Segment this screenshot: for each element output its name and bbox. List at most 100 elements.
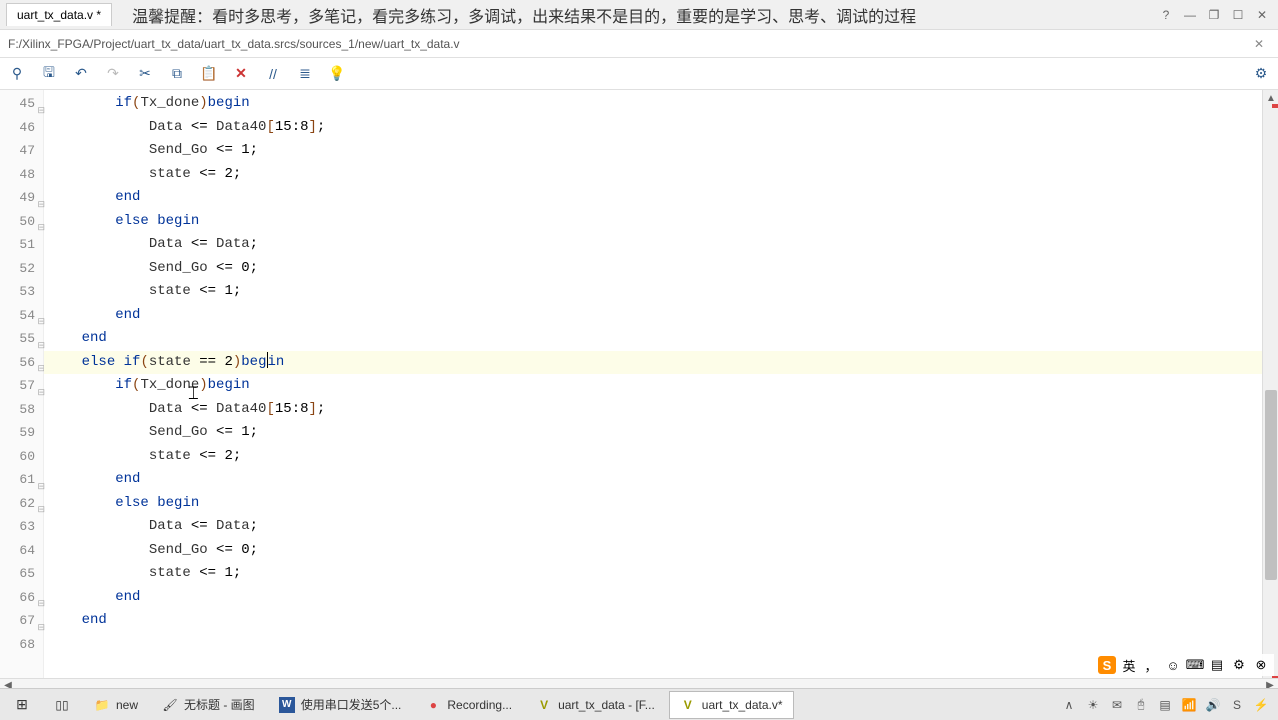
- app-icon: 📁: [94, 697, 110, 713]
- gear-icon[interactable]: ⚙: [1250, 63, 1272, 85]
- comment-icon[interactable]: //: [262, 63, 284, 85]
- vertical-scrollbar[interactable]: ▲ ▼: [1262, 90, 1278, 700]
- taskbar-item[interactable]: Vuart_tx_data.v*: [669, 691, 794, 719]
- restore-icon[interactable]: ❐: [1204, 6, 1224, 24]
- ime-tray-item[interactable]: S: [1098, 656, 1116, 674]
- save-icon[interactable]: 🖫: [38, 63, 60, 85]
- line-number: 52: [0, 257, 43, 281]
- code-line[interactable]: if(Tx_done)begin: [44, 92, 1278, 116]
- systray-icon[interactable]: ∧: [1060, 696, 1078, 714]
- titlebar: uart_tx_data.v * 温馨提醒：看时多思考，多笔记，看完多练习，多调…: [0, 0, 1278, 30]
- line-number: 49⊟: [0, 186, 43, 210]
- line-number: 58: [0, 398, 43, 422]
- app-icon: 🖌: [162, 697, 178, 713]
- indent-icon[interactable]: ≣: [294, 63, 316, 85]
- delete-icon[interactable]: ✕: [230, 63, 252, 85]
- app-icon: ▯▯: [54, 697, 70, 713]
- line-number: 51: [0, 233, 43, 257]
- code-line[interactable]: Data <= Data40[15:8];: [44, 398, 1278, 422]
- taskbar-label: Recording...: [447, 698, 512, 712]
- code-line[interactable]: Data <= Data;: [44, 515, 1278, 539]
- code-line[interactable]: Send_Go <= 0;: [44, 257, 1278, 281]
- code-area[interactable]: if(Tx_done)begin Data <= Data40[15:8]; S…: [44, 90, 1278, 700]
- line-number: 57⊟: [0, 374, 43, 398]
- systray-icon[interactable]: ⚡: [1252, 696, 1270, 714]
- systray-icon[interactable]: 📶: [1180, 696, 1198, 714]
- systray-icon[interactable]: S: [1228, 696, 1246, 714]
- systray-icon[interactable]: ☀: [1084, 696, 1102, 714]
- line-number: 53: [0, 280, 43, 304]
- code-line[interactable]: Data <= Data40[15:8];: [44, 116, 1278, 140]
- copy-icon[interactable]: ⧉: [166, 63, 188, 85]
- systray-icon[interactable]: 🔊: [1204, 696, 1222, 714]
- bulb-icon[interactable]: 💡: [326, 63, 348, 85]
- line-number: 63: [0, 515, 43, 539]
- code-line[interactable]: end: [44, 186, 1278, 210]
- line-number: 64: [0, 539, 43, 563]
- minimize-icon[interactable]: —: [1180, 6, 1200, 24]
- taskbar-label: uart_tx_data.v*: [702, 698, 783, 712]
- redo-icon[interactable]: ↷: [102, 63, 124, 85]
- code-line[interactable]: state <= 2;: [44, 445, 1278, 469]
- search-icon[interactable]: ⚲: [6, 63, 28, 85]
- ime-tray: S英，☺⌨▤⚙⊗: [1094, 654, 1274, 676]
- app-icon: V: [536, 697, 552, 713]
- taskbar-item[interactable]: ●Recording...: [415, 691, 522, 719]
- code-line[interactable]: state <= 2;: [44, 163, 1278, 187]
- system-tray: ∧ ☀ ✉ 🖰 ▤ 📶 🔊 S ⚡: [1060, 696, 1278, 714]
- ime-tray-item[interactable]: ⊗: [1252, 656, 1270, 674]
- cut-icon[interactable]: ✂: [134, 63, 156, 85]
- code-line[interactable]: Send_Go <= 0;: [44, 539, 1278, 563]
- undo-icon[interactable]: ↶: [70, 63, 92, 85]
- paste-icon[interactable]: 📋: [198, 63, 220, 85]
- taskbar-label: new: [116, 698, 138, 712]
- file-path: F:/Xilinx_FPGA/Project/uart_tx_data/uart…: [8, 37, 460, 51]
- code-line[interactable]: state <= 1;: [44, 280, 1278, 304]
- ime-tray-item[interactable]: ，: [1142, 656, 1160, 674]
- taskbar-item[interactable]: 📁 new: [84, 691, 148, 719]
- code-line[interactable]: end: [44, 609, 1278, 633]
- systray-icon[interactable]: ▤: [1156, 696, 1174, 714]
- ime-tray-item[interactable]: ⚙: [1230, 656, 1248, 674]
- code-line[interactable]: Send_Go <= 1;: [44, 139, 1278, 163]
- systray-icon[interactable]: ✉: [1108, 696, 1126, 714]
- app-icon: V: [680, 697, 696, 713]
- code-line[interactable]: [44, 633, 1278, 657]
- code-line[interactable]: end: [44, 468, 1278, 492]
- taskbar-label: uart_tx_data - [F...: [558, 698, 655, 712]
- text-caret: [267, 352, 268, 368]
- ime-tray-item[interactable]: ⌨: [1186, 656, 1204, 674]
- close-icon[interactable]: ✕: [1252, 6, 1272, 24]
- taskbar-label: 无标题 - 画图: [184, 696, 255, 713]
- code-line[interactable]: Data <= Data;: [44, 233, 1278, 257]
- code-line[interactable]: end: [44, 586, 1278, 610]
- help-icon[interactable]: ?: [1156, 6, 1176, 24]
- ime-tray-item[interactable]: ☺: [1164, 656, 1182, 674]
- taskbar: ⊞ ▯▯ 📁 new 🖌 无标题 - 画图 W使用串口发送5个...●Recording..…: [0, 688, 1278, 720]
- line-number: 67⊟: [0, 609, 43, 633]
- code-line[interactable]: Send_Go <= 1;: [44, 421, 1278, 445]
- code-line[interactable]: end: [44, 327, 1278, 351]
- code-line[interactable]: state <= 1;: [44, 562, 1278, 586]
- taskbar-item[interactable]: 🖌 无标题 - 画图: [152, 691, 265, 719]
- ime-tray-item[interactable]: ▤: [1208, 656, 1226, 674]
- close-file-icon[interactable]: ✕: [1248, 37, 1270, 51]
- editor-tab[interactable]: uart_tx_data.v *: [6, 3, 112, 26]
- line-number: 56⊟: [0, 351, 43, 375]
- taskbar-item[interactable]: Vuart_tx_data - [F...: [526, 691, 665, 719]
- ime-tray-item[interactable]: 英: [1120, 656, 1138, 674]
- scroll-thumb[interactable]: [1265, 390, 1277, 580]
- systray-icon[interactable]: 🖰: [1132, 696, 1150, 714]
- maximize-icon[interactable]: ☐: [1228, 6, 1248, 24]
- line-gutter: 45⊟46474849⊟50⊟51525354⊟55⊟56⊟57⊟5859606…: [0, 90, 44, 700]
- taskbar-item[interactable]: ⊞: [4, 691, 40, 719]
- taskbar-item[interactable]: ▯▯: [44, 691, 80, 719]
- line-number: 54⊟: [0, 304, 43, 328]
- taskbar-label: 使用串口发送5个...: [301, 696, 402, 713]
- code-line[interactable]: else begin: [44, 210, 1278, 234]
- code-line[interactable]: else begin: [44, 492, 1278, 516]
- code-line[interactable]: if(Tx_done)begin: [44, 374, 1278, 398]
- code-line[interactable]: end: [44, 304, 1278, 328]
- code-line[interactable]: else if(state == 2)begin: [44, 351, 1278, 375]
- taskbar-item[interactable]: W使用串口发送5个...: [269, 691, 412, 719]
